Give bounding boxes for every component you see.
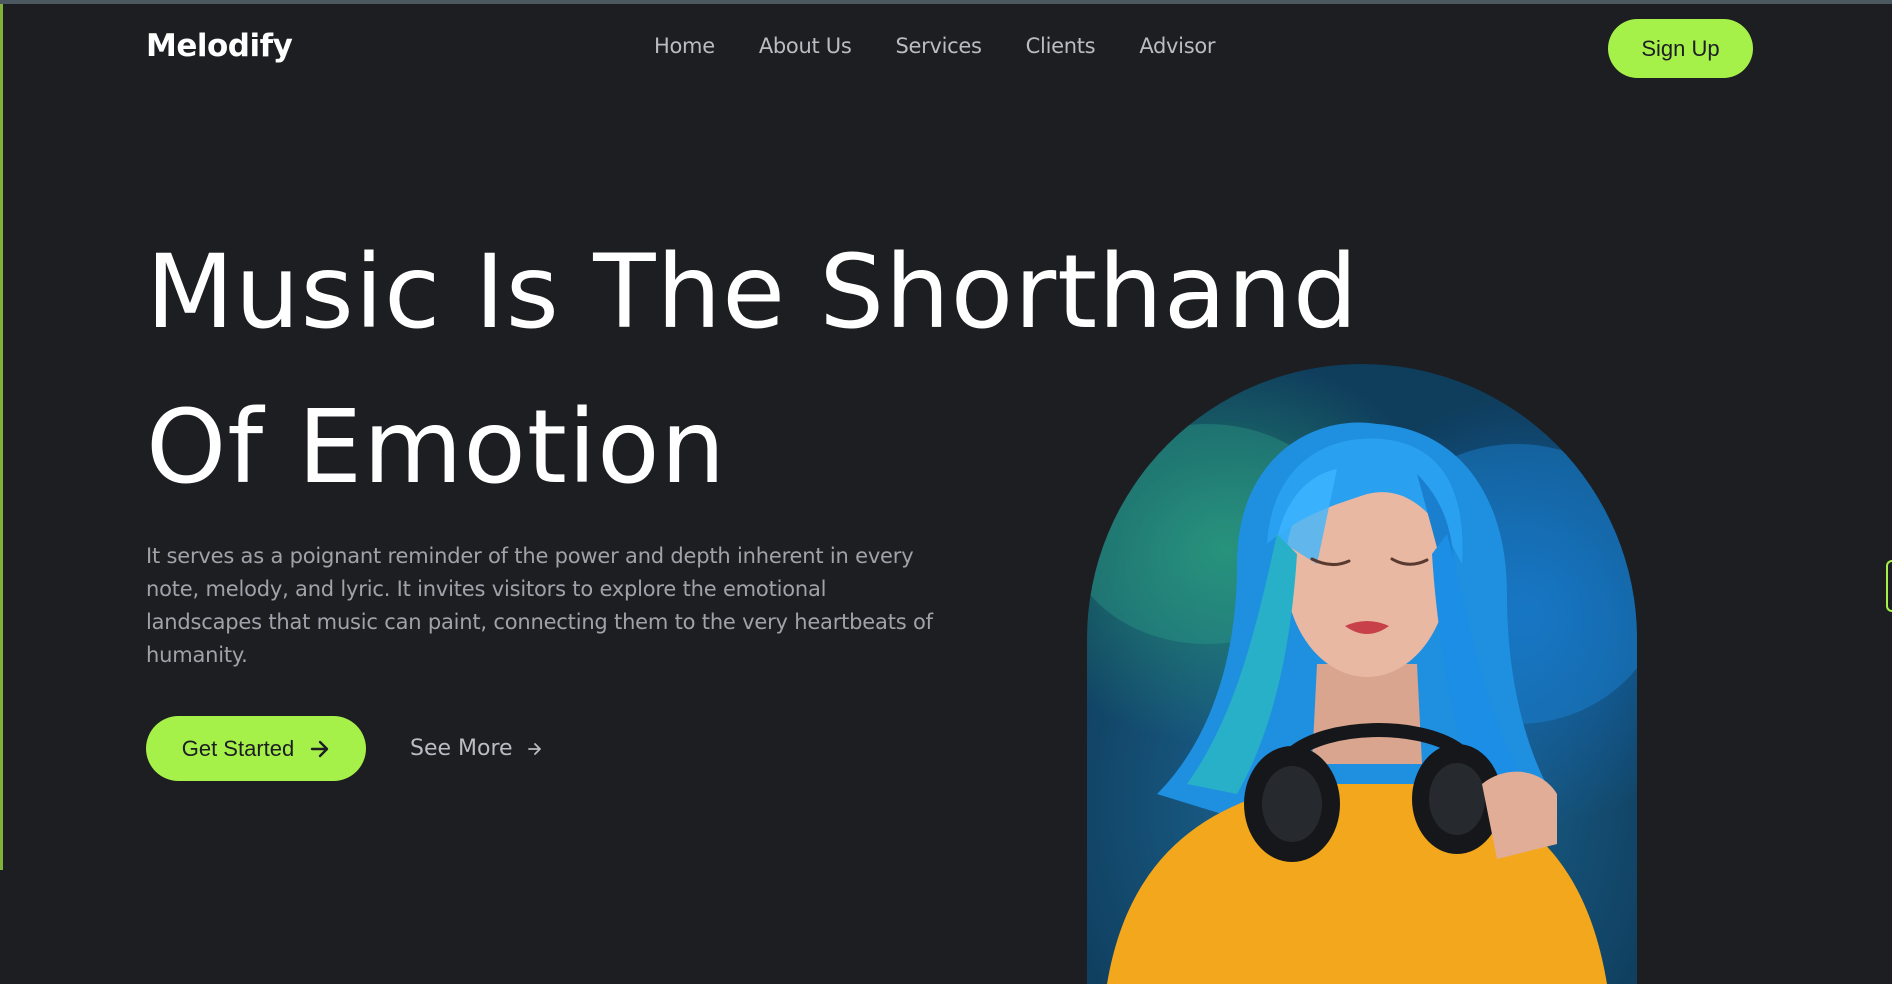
arrow-right-icon [310,740,330,758]
nav-link-clients[interactable]: Clients [1026,34,1096,58]
hero-photo-woman-with-headphones [1087,364,1637,984]
nav-link-services[interactable]: Services [896,34,982,58]
nav-link-advisor[interactable]: Advisor [1139,34,1215,58]
main-nav: Home About Us Services Clients Advisor [654,34,1216,58]
brand-logo[interactable]: Melodify [146,28,293,64]
get-started-button[interactable]: Get Started [146,716,366,781]
sign-up-button[interactable]: Sign Up [1608,19,1753,78]
arrow-right-icon [527,741,543,757]
see-more-link[interactable]: See More [410,716,543,781]
see-more-label: See More [410,736,513,761]
hero-title-line-1: Music Is The Shorthand [146,233,1359,352]
hero-description: It serves as a poignant reminder of the … [146,544,933,667]
portrait-illustration [1087,422,1637,984]
left-accent-strip [0,4,3,870]
browser-top-strip [0,0,1892,4]
nav-link-about-us[interactable]: About Us [759,34,852,58]
side-scroll-tab[interactable] [1886,560,1892,612]
get-started-label: Get Started [181,735,295,761]
nav-link-home[interactable]: Home [654,34,715,58]
